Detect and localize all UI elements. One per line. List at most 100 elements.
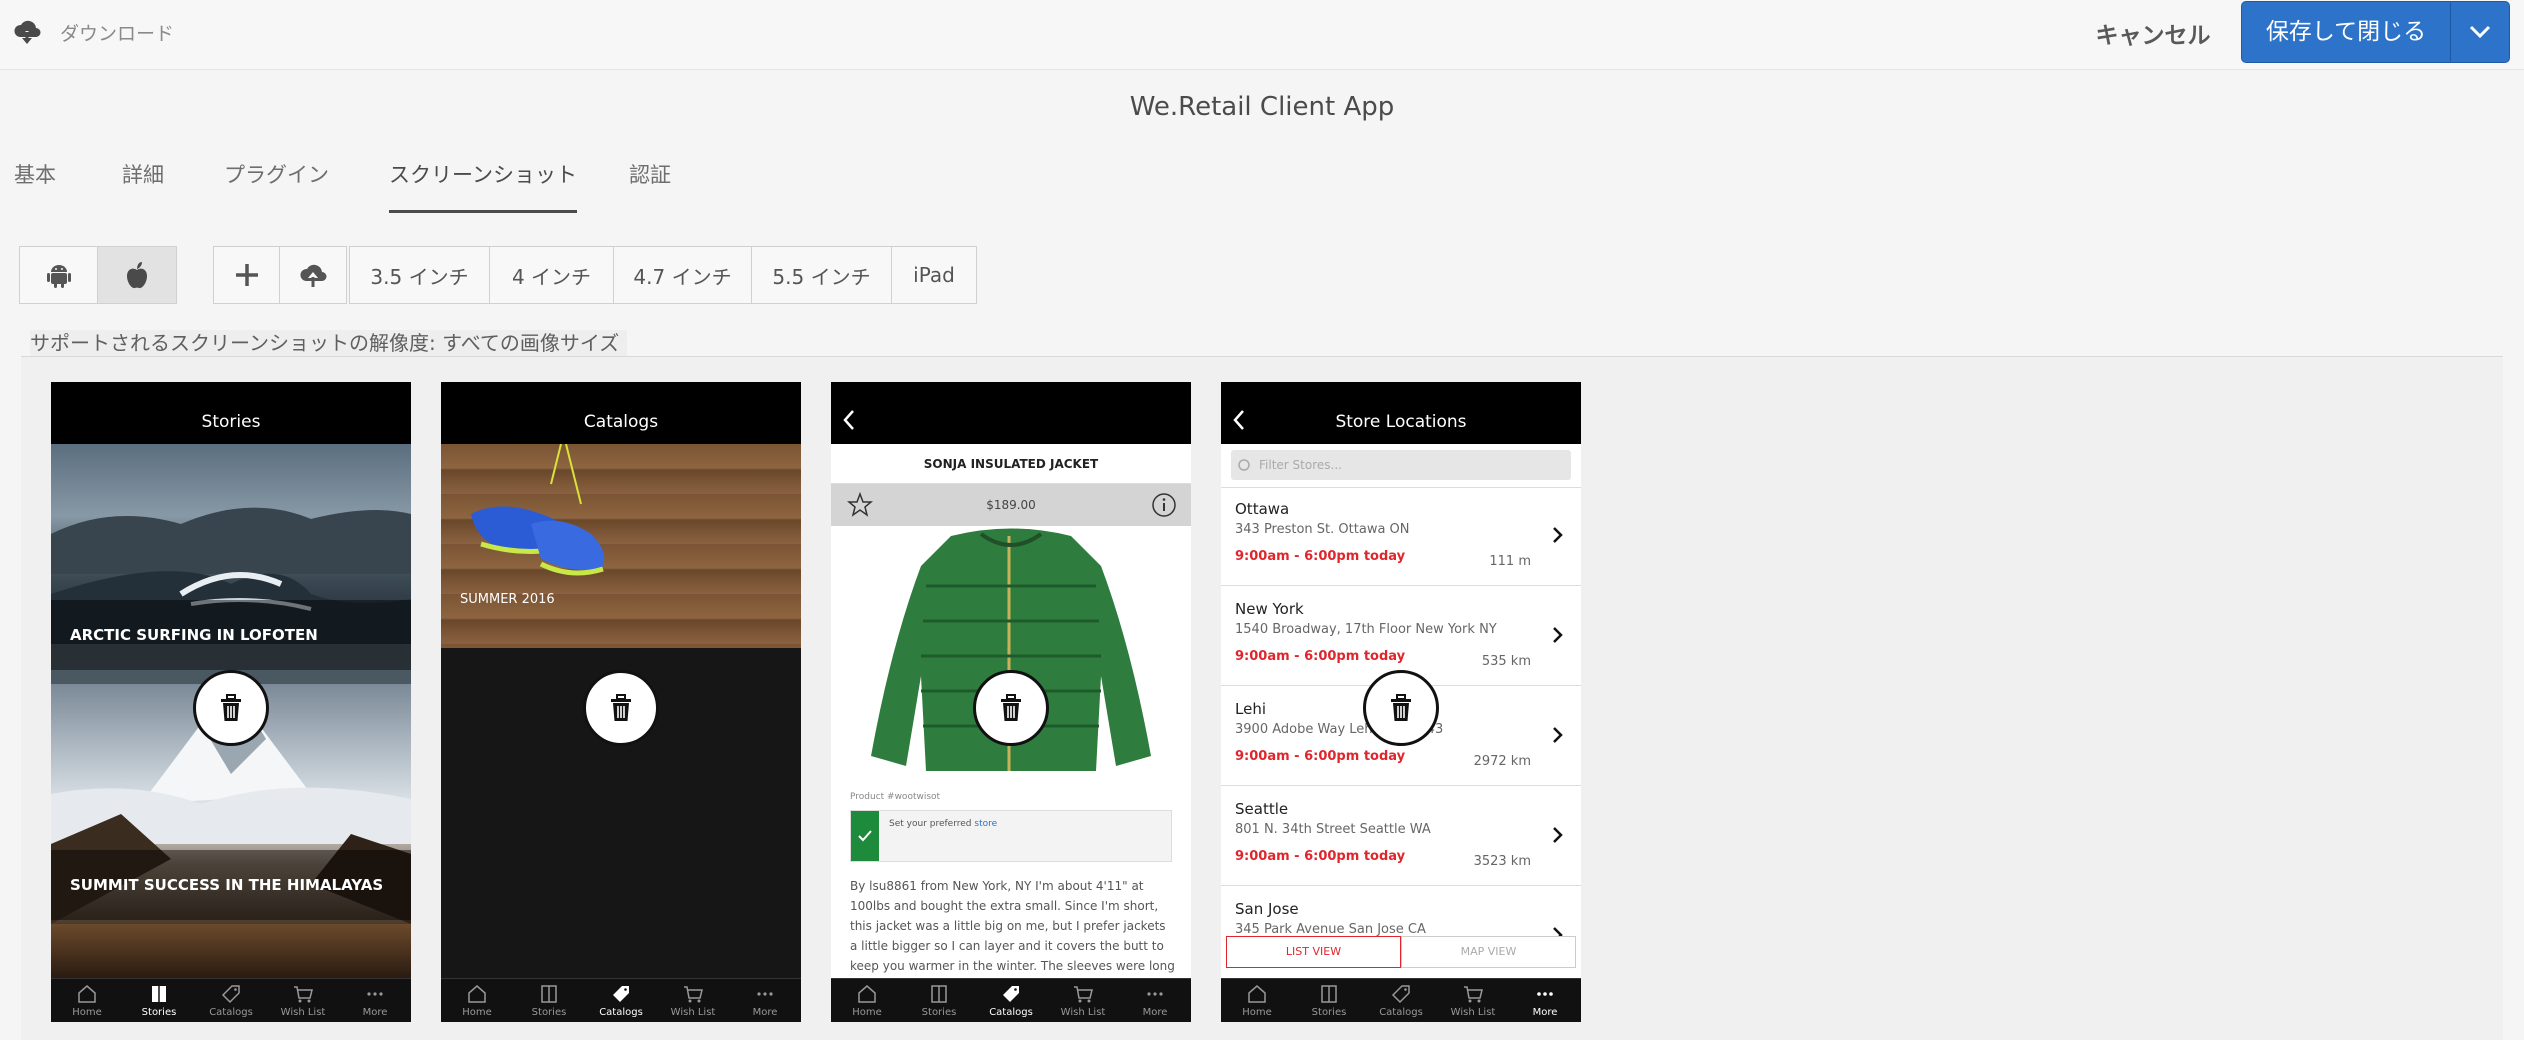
tab-more[interactable]: More — [1509, 979, 1581, 1022]
home-icon — [1248, 985, 1266, 1003]
back-chevron-icon[interactable] — [1231, 408, 1247, 432]
home-icon — [858, 985, 876, 1003]
book-icon — [541, 985, 557, 1003]
tab-plugins[interactable]: プラグイン — [224, 144, 329, 214]
product-nav-bar — [831, 382, 1191, 444]
story-title: SUMMIT SUCCESS IN THE HIMALAYAS — [51, 850, 411, 920]
tab-stories[interactable]: Stories — [1293, 979, 1365, 1022]
tab-home[interactable]: Home — [1221, 979, 1293, 1022]
tab-more[interactable]: More — [339, 979, 411, 1022]
chevron-right-icon — [1553, 527, 1563, 543]
tag-icon — [1391, 985, 1410, 1004]
delete-screenshot-button[interactable] — [583, 670, 659, 746]
page-title: We.Retail Client App — [1129, 92, 1395, 122]
save-options-dropdown[interactable] — [2451, 2, 2509, 62]
tab-wishlist[interactable]: Wish List — [1437, 979, 1509, 1022]
trash-icon — [221, 694, 241, 721]
cloud-download-icon — [14, 20, 41, 44]
home-icon — [78, 985, 96, 1003]
supported-resolution-text: サポートされるスクリーンショットの解像度: すべての画像サイズ — [30, 330, 628, 356]
catalog-summer-2016[interactable] — [441, 443, 801, 648]
tab-more[interactable]: More — [729, 979, 801, 1022]
app-tab-bar: Home Stories Catalogs Wish List More — [831, 978, 1191, 1022]
screenshot-catalogs: Catalogs SUMMER 2016 Home Stories Catalo… — [441, 382, 801, 1022]
delete-screenshot-button[interactable] — [1363, 670, 1439, 746]
sneaker-illustration — [471, 443, 605, 576]
tab-home[interactable]: Home — [51, 979, 123, 1022]
screenshot-stories: Stories ARCTIC SURFING IN LOFOTEN SUMMIT… — [51, 382, 411, 1022]
size-4-inch[interactable]: 4 インチ — [490, 247, 614, 303]
tab-auth[interactable]: 認証 — [629, 144, 671, 214]
tab-bar: 基本 詳細 プラグイン スクリーンショット 認証 — [0, 144, 687, 214]
divider — [21, 356, 2503, 357]
list-view-button[interactable]: LIST VIEW — [1226, 936, 1401, 968]
cart-icon — [294, 986, 313, 1003]
book-icon — [152, 986, 166, 1002]
tab-wishlist[interactable]: Wish List — [267, 979, 339, 1022]
tab-catalogs[interactable]: Catalogs — [1365, 979, 1437, 1022]
size-ipad[interactable]: iPad — [892, 247, 976, 303]
tab-stories[interactable]: Stories — [903, 979, 975, 1022]
search-icon — [1238, 459, 1250, 471]
app-tab-bar: Home Stories Catalogs Wish List More — [51, 978, 411, 1022]
tab-catalogs[interactable]: Catalogs — [195, 979, 267, 1022]
store-locations-header: Store Locations — [1221, 382, 1581, 444]
map-view-button[interactable]: MAP VIEW — [1401, 936, 1576, 968]
store-row[interactable]: Ottawa 343 Preston St. Ottawa ON 9:00am … — [1221, 488, 1581, 586]
size-3-5-inch[interactable]: 3.5 インチ — [350, 247, 490, 303]
delete-screenshot-button[interactable] — [973, 670, 1049, 746]
screenshot-actions — [213, 246, 347, 304]
check-badge — [851, 811, 879, 861]
preferred-store-text: Set your preferred — [889, 819, 972, 829]
app-tab-bar: Home Stories Catalogs Wish List More — [1221, 978, 1581, 1022]
android-icon — [46, 265, 71, 288]
tag-icon — [613, 986, 629, 1002]
size-5-5-inch[interactable]: 5.5 インチ — [752, 247, 892, 303]
tab-wishlist[interactable]: Wish List — [657, 979, 729, 1022]
trash-icon — [1001, 694, 1021, 721]
tab-catalogs[interactable]: Catalogs — [975, 979, 1047, 1022]
android-button[interactable] — [20, 247, 98, 303]
tab-stories[interactable]: Stories — [123, 979, 195, 1022]
stories-header: Stories — [201, 412, 261, 432]
cancel-button[interactable]: キャンセル — [2058, 8, 2248, 62]
tag-icon — [221, 985, 240, 1004]
trash-icon — [611, 694, 631, 721]
download-link[interactable]: ダウンロード — [12, 14, 174, 50]
preferred-store-link[interactable]: store — [974, 819, 997, 829]
back-chevron-icon[interactable] — [841, 408, 857, 432]
book-icon — [1321, 985, 1337, 1003]
tab-screenshots[interactable]: スクリーンショット — [389, 144, 577, 213]
top-bar: ダウンロード キャンセル 保存して閉じる — [0, 0, 2524, 70]
download-label: ダウンロード — [60, 22, 175, 45]
tab-stories[interactable]: Stories — [513, 979, 585, 1022]
story-title: ARCTIC SURFING IN LOFOTEN — [51, 600, 411, 670]
plus-icon — [235, 264, 258, 286]
story-image-partial — [51, 924, 411, 978]
product-price: $189.00 — [986, 498, 1036, 512]
tab-more[interactable]: More — [1119, 979, 1191, 1022]
upload-screenshot-button[interactable] — [280, 247, 346, 303]
tab-details[interactable]: 詳細 — [122, 144, 164, 214]
tab-wishlist[interactable]: Wish List — [1047, 979, 1119, 1022]
catalog-title: SUMMER 2016 — [460, 592, 555, 607]
cloud-upload-icon — [300, 264, 327, 287]
more-icon — [1147, 992, 1163, 996]
store-filter-input[interactable]: Filter Stores... — [1231, 450, 1571, 480]
delete-screenshot-button[interactable] — [193, 670, 269, 746]
chevron-right-icon — [1553, 627, 1563, 643]
ios-button[interactable] — [98, 247, 176, 303]
tab-home[interactable]: Home — [441, 979, 513, 1022]
tab-basic[interactable]: 基本 — [14, 144, 56, 214]
store-row[interactable]: Seattle 801 N. 34th Street Seattle WA 9:… — [1221, 788, 1581, 886]
tab-catalogs[interactable]: Catalogs — [585, 979, 657, 1022]
save-close-label[interactable]: 保存して閉じる — [2242, 2, 2451, 62]
cart-icon — [684, 986, 703, 1003]
tab-home[interactable]: Home — [831, 979, 903, 1022]
save-close-button[interactable]: 保存して閉じる — [2241, 1, 2510, 63]
screenshot-store-locations: Store Locations Filter Stores... Ottawa … — [1221, 382, 1581, 1022]
more-icon — [757, 992, 773, 996]
info-icon[interactable] — [1151, 492, 1177, 518]
add-screenshot-button[interactable] — [214, 247, 280, 303]
size-4-7-inch[interactable]: 4.7 インチ — [614, 247, 752, 303]
